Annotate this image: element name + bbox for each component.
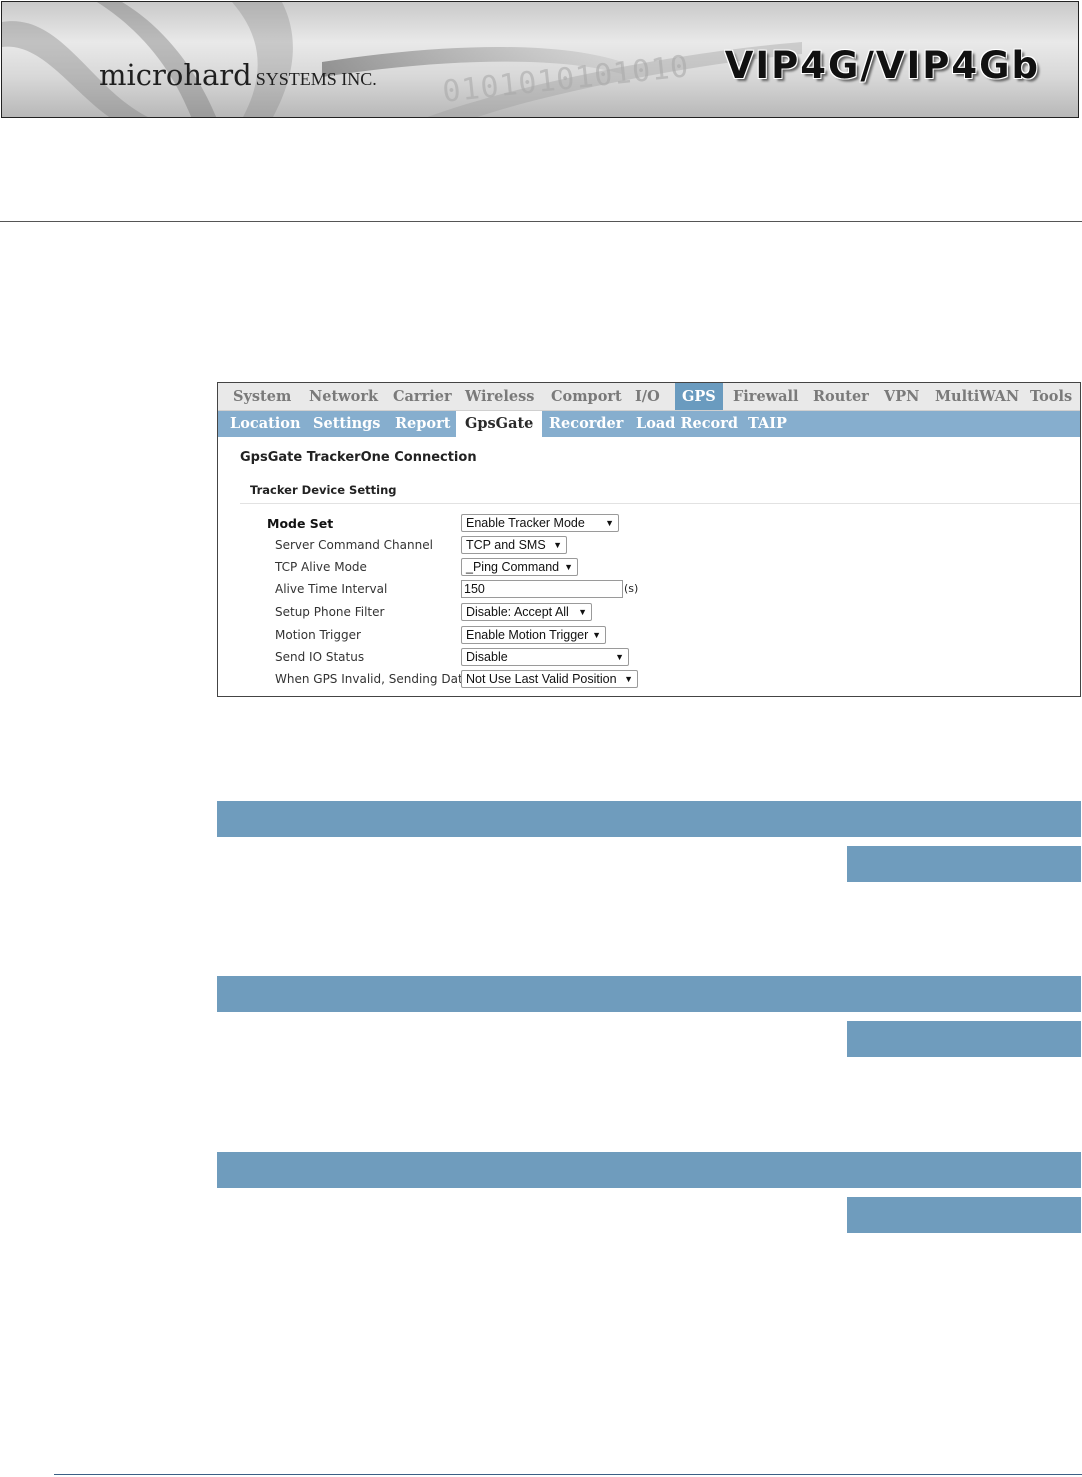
server-command-channel-row: Server Command Channel TCP and SMS ▼: [218, 536, 1080, 556]
chevron-down-icon: ▼: [615, 652, 624, 662]
table-subheader-bar-3: [847, 1197, 1081, 1233]
chevron-down-icon: ▼: [592, 630, 601, 640]
chevron-down-icon: ▼: [624, 674, 633, 684]
table-subheader-bar-1: [847, 846, 1081, 882]
table-header-bar-2: [217, 976, 1081, 1012]
gps-invalid-select[interactable]: Not Use Last Valid Position ▼: [461, 670, 638, 688]
tcp-alive-mode-row: TCP Alive Mode _Ping Command ▼: [218, 558, 1080, 578]
subsection-title: Tracker Device Setting: [250, 483, 397, 497]
main-nav: System Network Carrier Wireless Comport …: [218, 383, 1080, 411]
send-io-status-row: Send IO Status Disable ▼: [218, 648, 1080, 668]
nav-vpn[interactable]: VPN: [877, 383, 926, 410]
nav-system[interactable]: System: [226, 383, 298, 410]
subnav-load-record[interactable]: Load Record: [631, 411, 743, 437]
nav-wireless[interactable]: Wireless: [458, 383, 541, 410]
setup-phone-filter-value: Disable: Accept All: [466, 605, 569, 619]
send-io-status-value: Disable: [466, 650, 508, 664]
brand-name: microhard: [99, 58, 252, 92]
alive-time-interval-input[interactable]: 150: [461, 580, 623, 598]
header-banner: microhard SYSTEMS INC. 0101010101010 VIP4…: [1, 1, 1079, 118]
subnav-recorder[interactable]: Recorder: [544, 411, 628, 437]
gps-invalid-label: When GPS Invalid, Sending Data: [275, 672, 470, 686]
subnav-taip[interactable]: TAIP: [743, 411, 792, 437]
subnav-settings[interactable]: Settings: [308, 411, 385, 437]
nav-firewall[interactable]: Firewall: [726, 383, 806, 410]
nav-multiwan[interactable]: MultiWAN: [928, 383, 1026, 410]
footer-divider: [54, 1474, 1082, 1475]
setup-phone-filter-select[interactable]: Disable: Accept All ▼: [461, 603, 592, 621]
table-header-bar-1: [217, 801, 1081, 837]
mode-set-row: Mode Set Enable Tracker Mode ▼: [218, 514, 1080, 534]
table-header-bar-3: [217, 1152, 1081, 1188]
nav-gps[interactable]: GPS: [675, 383, 723, 410]
brand-suffix: SYSTEMS INC.: [255, 69, 377, 89]
alive-time-interval-row: Alive Time Interval 150 (s): [218, 580, 1080, 600]
nav-io[interactable]: I/O: [628, 383, 667, 410]
gps-invalid-row: When GPS Invalid, Sending Data Not Use L…: [218, 670, 1080, 690]
server-command-channel-select[interactable]: TCP and SMS ▼: [461, 536, 567, 554]
chevron-down-icon: ▼: [605, 518, 614, 528]
server-command-channel-label: Server Command Channel: [275, 538, 433, 552]
send-io-status-label: Send IO Status: [275, 650, 365, 664]
header-divider: [0, 221, 1082, 222]
alive-time-interval-label: Alive Time Interval: [275, 582, 388, 596]
mode-set-select[interactable]: Enable Tracker Mode ▼: [461, 514, 619, 532]
tcp-alive-mode-value: _Ping Command: [466, 560, 560, 574]
motion-trigger-row: Motion Trigger Enable Motion Trigger ▼: [218, 626, 1080, 646]
gpsgate-screenshot: System Network Carrier Wireless Comport …: [217, 382, 1081, 697]
subnav-report[interactable]: Report: [390, 411, 455, 437]
nav-comport[interactable]: Comport: [544, 383, 629, 410]
subnav-gpsgate[interactable]: GpsGate: [456, 411, 543, 437]
alive-time-interval-value: 150: [464, 582, 485, 596]
motion-trigger-label: Motion Trigger: [275, 628, 361, 642]
chevron-down-icon: ▼: [553, 540, 562, 550]
brand-logo: microhard SYSTEMS INC.: [99, 58, 377, 92]
gps-invalid-value: Not Use Last Valid Position: [466, 672, 617, 686]
subnav-location[interactable]: Location: [225, 411, 306, 437]
setup-phone-filter-row: Setup Phone Filter Disable: Accept All ▼: [218, 603, 1080, 623]
setup-phone-filter-label: Setup Phone Filter: [275, 605, 385, 619]
table-subheader-bar-2: [847, 1021, 1081, 1057]
mode-set-value: Enable Tracker Mode: [466, 516, 585, 530]
motion-trigger-select[interactable]: Enable Motion Trigger ▼: [461, 626, 606, 644]
nav-carrier[interactable]: Carrier: [386, 383, 459, 410]
mode-set-label: Mode Set: [267, 516, 334, 531]
section-title: GpsGate TrackerOne Connection: [240, 450, 477, 465]
tcp-alive-mode-label: TCP Alive Mode: [275, 560, 367, 574]
nav-router[interactable]: Router: [806, 383, 876, 410]
tcp-alive-mode-select[interactable]: _Ping Command ▼: [461, 558, 578, 576]
product-title: VIP4G/VIP4Gb: [724, 44, 1040, 87]
nav-network[interactable]: Network: [302, 383, 385, 410]
motion-trigger-value: Enable Motion Trigger: [466, 628, 589, 642]
send-io-status-select[interactable]: Disable ▼: [461, 648, 629, 666]
server-command-channel-value: TCP and SMS: [466, 538, 546, 552]
nav-tools[interactable]: Tools: [1023, 383, 1079, 410]
chevron-down-icon: ▼: [564, 562, 573, 572]
sub-nav: Location Settings Report GpsGate Recorde…: [218, 411, 1080, 437]
chevron-down-icon: ▼: [578, 607, 587, 617]
alive-time-interval-unit: (s): [624, 582, 639, 595]
subsection-divider: [240, 503, 1080, 504]
